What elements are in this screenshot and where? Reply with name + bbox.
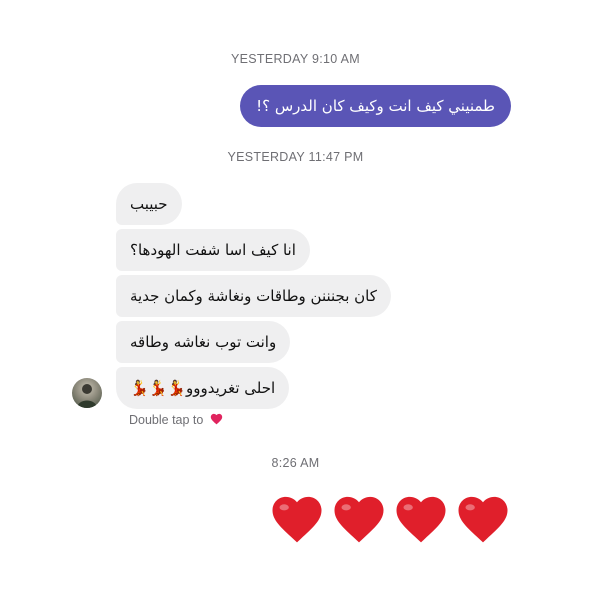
chat-thread: YESTERDAY 9:10 AM طمنيني كيف انت وكيف كا… (0, 0, 591, 591)
heart-icon (334, 496, 384, 543)
timestamp-yesterday-morning: YESTERDAY 9:10 AM (231, 52, 360, 66)
timestamp-today: 8:26 AM (271, 456, 320, 470)
heart-reaction-message[interactable] (269, 493, 511, 545)
double-tap-hint: Double tap to (129, 413, 223, 427)
outgoing-message-bubble[interactable]: طمنيني كيف انت وكيف كان الدرس ؟! (240, 85, 511, 127)
incoming-message-bubble[interactable]: حبيبب (116, 183, 182, 225)
heart-icon (396, 496, 446, 543)
sender-avatar[interactable] (72, 378, 102, 408)
heart-icon (458, 496, 508, 543)
person-icon (77, 384, 97, 408)
incoming-message-bubble[interactable]: احلى تغريدووو💃💃💃 (116, 367, 290, 409)
timestamp-yesterday-night: YESTERDAY 11:47 PM (227, 150, 364, 164)
double-tap-label: Double tap to (129, 413, 204, 427)
heart-icon[interactable] (210, 413, 223, 425)
incoming-message-bubble[interactable]: وانت توب نغاشه وطاقه (116, 321, 291, 363)
heart-icon (272, 496, 322, 543)
incoming-message-bubble[interactable]: كان بجنننن وطاقات ونغاشة وكمان جدية (116, 275, 391, 317)
incoming-message-bubble[interactable]: انا كيف اسا شفت الهودها؟ (116, 229, 310, 271)
